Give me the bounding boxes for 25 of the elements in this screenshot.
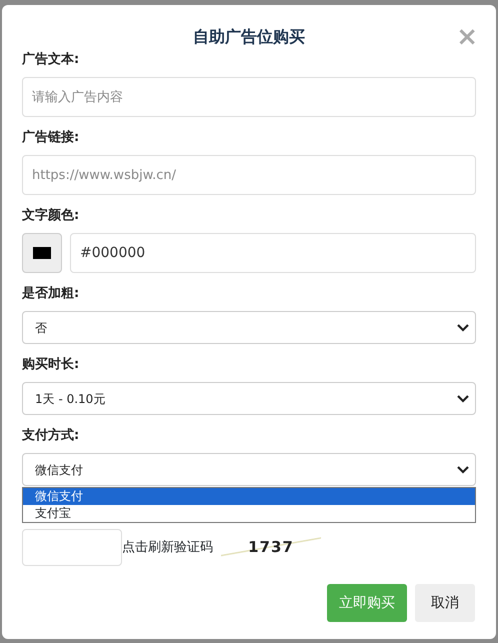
dropdown-option[interactable]: 微信支付 bbox=[23, 488, 475, 505]
input-field[interactable]: https://www.wsbjw.cn/ bbox=[22, 155, 476, 195]
cancel-button[interactable]: 取消 bbox=[415, 584, 475, 622]
color-swatch[interactable] bbox=[22, 233, 62, 273]
select-field[interactable]: 否 bbox=[22, 311, 476, 344]
select-value: 1天 - 0.10元 bbox=[35, 390, 106, 408]
dropdown-option[interactable]: 支付宝 bbox=[23, 505, 475, 522]
chevron-icon bbox=[457, 466, 469, 474]
field-label: 广告链接: bbox=[22, 129, 80, 147]
captcha-hint: 点击刷新验证码 bbox=[122, 538, 213, 557]
select-value: 否 bbox=[35, 320, 47, 336]
color-field[interactable]: #000000 bbox=[70, 233, 476, 273]
input-field[interactable]: 请输入广告内容 bbox=[22, 77, 476, 117]
dialog-title: 自助广告位购买 bbox=[193, 27, 305, 46]
chevron-icon bbox=[457, 324, 469, 332]
chevron-icon bbox=[457, 394, 469, 402]
field-label: 文字颜色: bbox=[22, 207, 80, 225]
field-label: 广告文本: bbox=[22, 51, 80, 69]
select-field[interactable]: 1天 - 0.10元 bbox=[22, 382, 476, 415]
field-label: 是否加粗: bbox=[22, 285, 80, 303]
field-label: 支付方式: bbox=[22, 427, 80, 445]
select-field[interactable]: 微信支付 bbox=[22, 453, 476, 486]
field-label: 购买时长: bbox=[22, 356, 80, 374]
captcha-field[interactable] bbox=[22, 529, 122, 566]
select-value: 微信支付 bbox=[35, 462, 83, 478]
